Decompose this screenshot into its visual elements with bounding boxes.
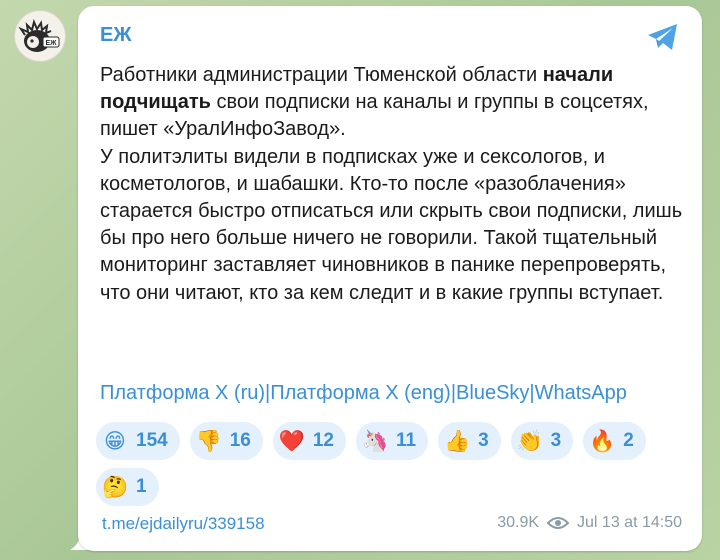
reaction-count: 11 bbox=[395, 430, 417, 451]
post-link[interactable]: t.me/ejdailyru/339158 bbox=[102, 514, 265, 534]
reaction-heart[interactable]: ❤️ 12 bbox=[272, 422, 346, 460]
reaction-grin[interactable]: 😁 154 bbox=[96, 422, 180, 460]
reaction-count: 16 bbox=[229, 430, 251, 451]
eye-icon bbox=[547, 517, 570, 529]
reactions-bar: 😁 154 👎 16 ❤️ 12 🦄 11 👍 3 👏 3 🔥 2 🤔 1 bbox=[96, 422, 696, 506]
reaction-count: 12 bbox=[312, 430, 334, 451]
hedgehog-logo-icon: ЕЖ bbox=[18, 18, 60, 52]
grin-emoji-icon: 😁 bbox=[104, 429, 126, 453]
reaction-thumbs-up[interactable]: 👍 3 bbox=[438, 422, 501, 460]
clap-emoji-icon: 👏 bbox=[516, 428, 543, 453]
reaction-count: 3 bbox=[478, 430, 489, 451]
channel-avatar[interactable]: ЕЖ bbox=[14, 10, 66, 62]
fire-emoji-icon: 🔥 bbox=[589, 428, 616, 453]
reaction-thumbs-down[interactable]: 👎 16 bbox=[189, 422, 263, 460]
unicorn-emoji-icon: 🦄 bbox=[361, 428, 389, 453]
reaction-thinking[interactable]: 🤔 1 bbox=[96, 468, 159, 506]
link-whatsapp[interactable]: WhatsApp bbox=[535, 382, 627, 404]
channel-name[interactable]: ЕЖ bbox=[100, 24, 131, 47]
thumbs-down-emoji-icon: 👎 bbox=[195, 428, 222, 453]
link-platform-x-eng[interactable]: Платформа X (eng) bbox=[270, 382, 451, 404]
reaction-clap[interactable]: 👏 3 bbox=[510, 422, 574, 460]
thinking-emoji-icon: 🤔 bbox=[102, 474, 129, 499]
telegram-share-icon[interactable] bbox=[646, 22, 680, 52]
view-count: 30.9K bbox=[497, 514, 540, 531]
reaction-count: 2 bbox=[623, 430, 634, 451]
reaction-count: 1 bbox=[136, 476, 147, 497]
link-bluesky[interactable]: BlueSky bbox=[456, 382, 529, 404]
message-paragraph-2: У политэлиты видели в подписках уже и се… bbox=[100, 145, 683, 304]
message-text: Работники администрации Тюменской област… bbox=[100, 62, 690, 307]
thumbs-up-emoji-icon: 👍 bbox=[444, 428, 471, 453]
reaction-count: 154 bbox=[136, 430, 168, 451]
platform-links: Платформа X (ru)|Платформа X (eng)|BlueS… bbox=[100, 382, 700, 405]
message-bubble: ЕЖ Работники администрации Тюменской обл… bbox=[78, 6, 702, 551]
message-paragraph-1: Работники администрации Тюменской област… bbox=[100, 64, 649, 141]
heart-emoji-icon: ❤️ bbox=[278, 428, 305, 453]
link-platform-x-ru[interactable]: Платформа X (ru) bbox=[100, 382, 265, 404]
post-meta: 30.9K Jul 13 at 14:50 bbox=[497, 514, 682, 532]
post-timestamp: Jul 13 at 14:50 bbox=[577, 514, 682, 531]
avatar-badge-text: ЕЖ bbox=[46, 40, 58, 47]
reaction-fire[interactable]: 🔥 2 bbox=[583, 422, 646, 460]
reaction-count: 3 bbox=[550, 430, 562, 451]
reaction-unicorn[interactable]: 🦄 11 bbox=[355, 422, 429, 460]
